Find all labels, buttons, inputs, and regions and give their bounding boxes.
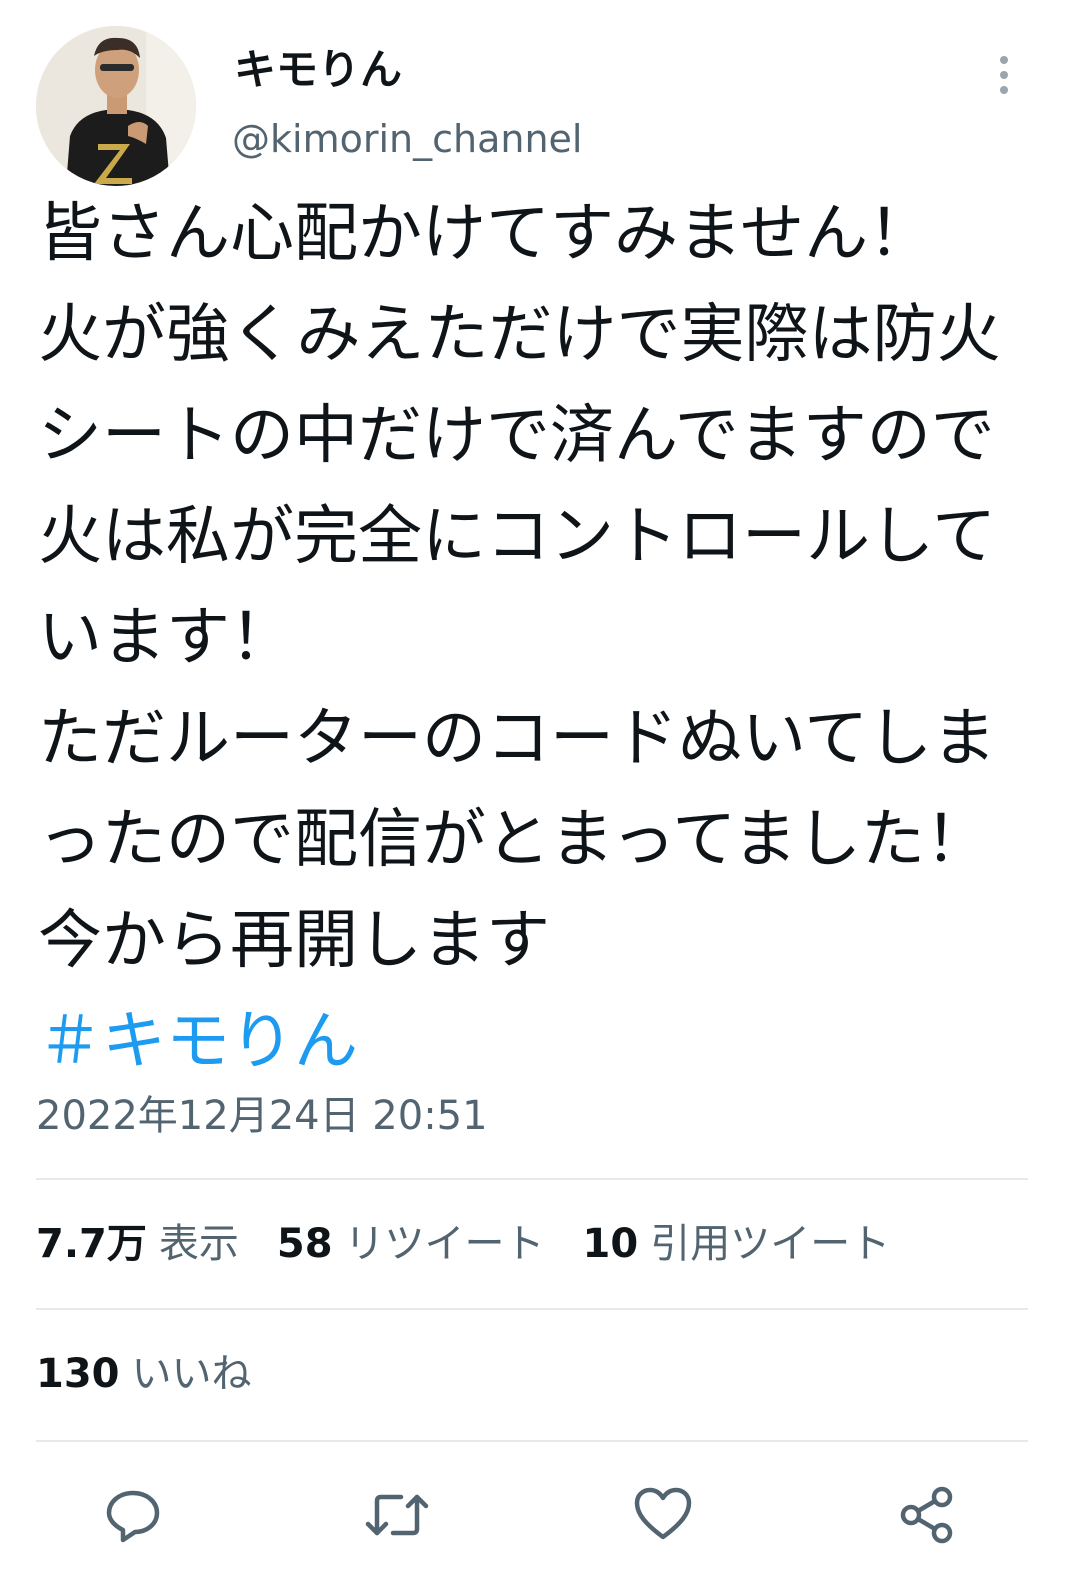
tweet-text: 皆さん心配かけてすみません！ 火が強くみえただけで実際は防火 シートの中だけで済… [38,184,1048,1093]
tweet-line: います！ [38,601,294,675]
divider [36,1308,1028,1310]
tweet-line: 火が強くみえただけで実際は防火 [38,298,1001,372]
reply-icon[interactable] [98,1480,168,1550]
divider [36,1178,1028,1180]
divider [36,1440,1028,1442]
tweet-timestamp[interactable]: 2022年12月24日 20:51 [36,1090,488,1142]
likes-count: 130 [36,1351,120,1397]
tweet-line: シートの中だけで済んでますので [38,399,995,473]
heart-icon[interactable] [628,1480,698,1550]
retweets-label: リツイート [344,1221,545,1267]
tweet-line: 火は私が完全にコントロールして [38,500,997,574]
likes-stat[interactable]: 130 いいね [36,1344,252,1404]
hashtag-link[interactable]: ＃キモりん [38,992,1048,1093]
quotes-stat[interactable]: 10 引用ツイート [583,1214,891,1274]
action-bar [0,1470,1080,1560]
quotes-label: 引用ツイート [650,1221,891,1267]
retweets-count: 58 [276,1221,333,1267]
stats-row: 7.7万 表示 58 リツイート 10 引用ツイート [36,1214,928,1274]
avatar[interactable] [36,26,196,186]
tweet-header: キモりん @kimorin_channel [0,0,1080,190]
quotes-count: 10 [582,1221,639,1267]
views-count: 7.7万 [36,1221,147,1267]
more-vertical-icon[interactable] [992,52,1016,98]
retweets-stat[interactable]: 58 リツイート [277,1214,545,1274]
tweet-line: 今から再開します [38,904,550,978]
views-stat[interactable]: 7.7万 表示 [36,1214,239,1274]
tweet-line: ただルーターのコードぬいてしま [38,702,997,776]
share-icon[interactable] [892,1480,962,1550]
tweet-line: ったので配信がとまってました！ [38,803,990,877]
likes-label: いいね [131,1351,252,1397]
retweet-icon[interactable] [362,1480,432,1550]
views-label: 表示 [158,1221,239,1267]
user-handle[interactable]: @kimorin_channel [232,114,582,164]
tweet-line: 皆さん心配かけてすみません！ [38,197,933,271]
display-name[interactable]: キモりん [234,42,402,98]
likes-row: 130 いいね [36,1344,290,1404]
